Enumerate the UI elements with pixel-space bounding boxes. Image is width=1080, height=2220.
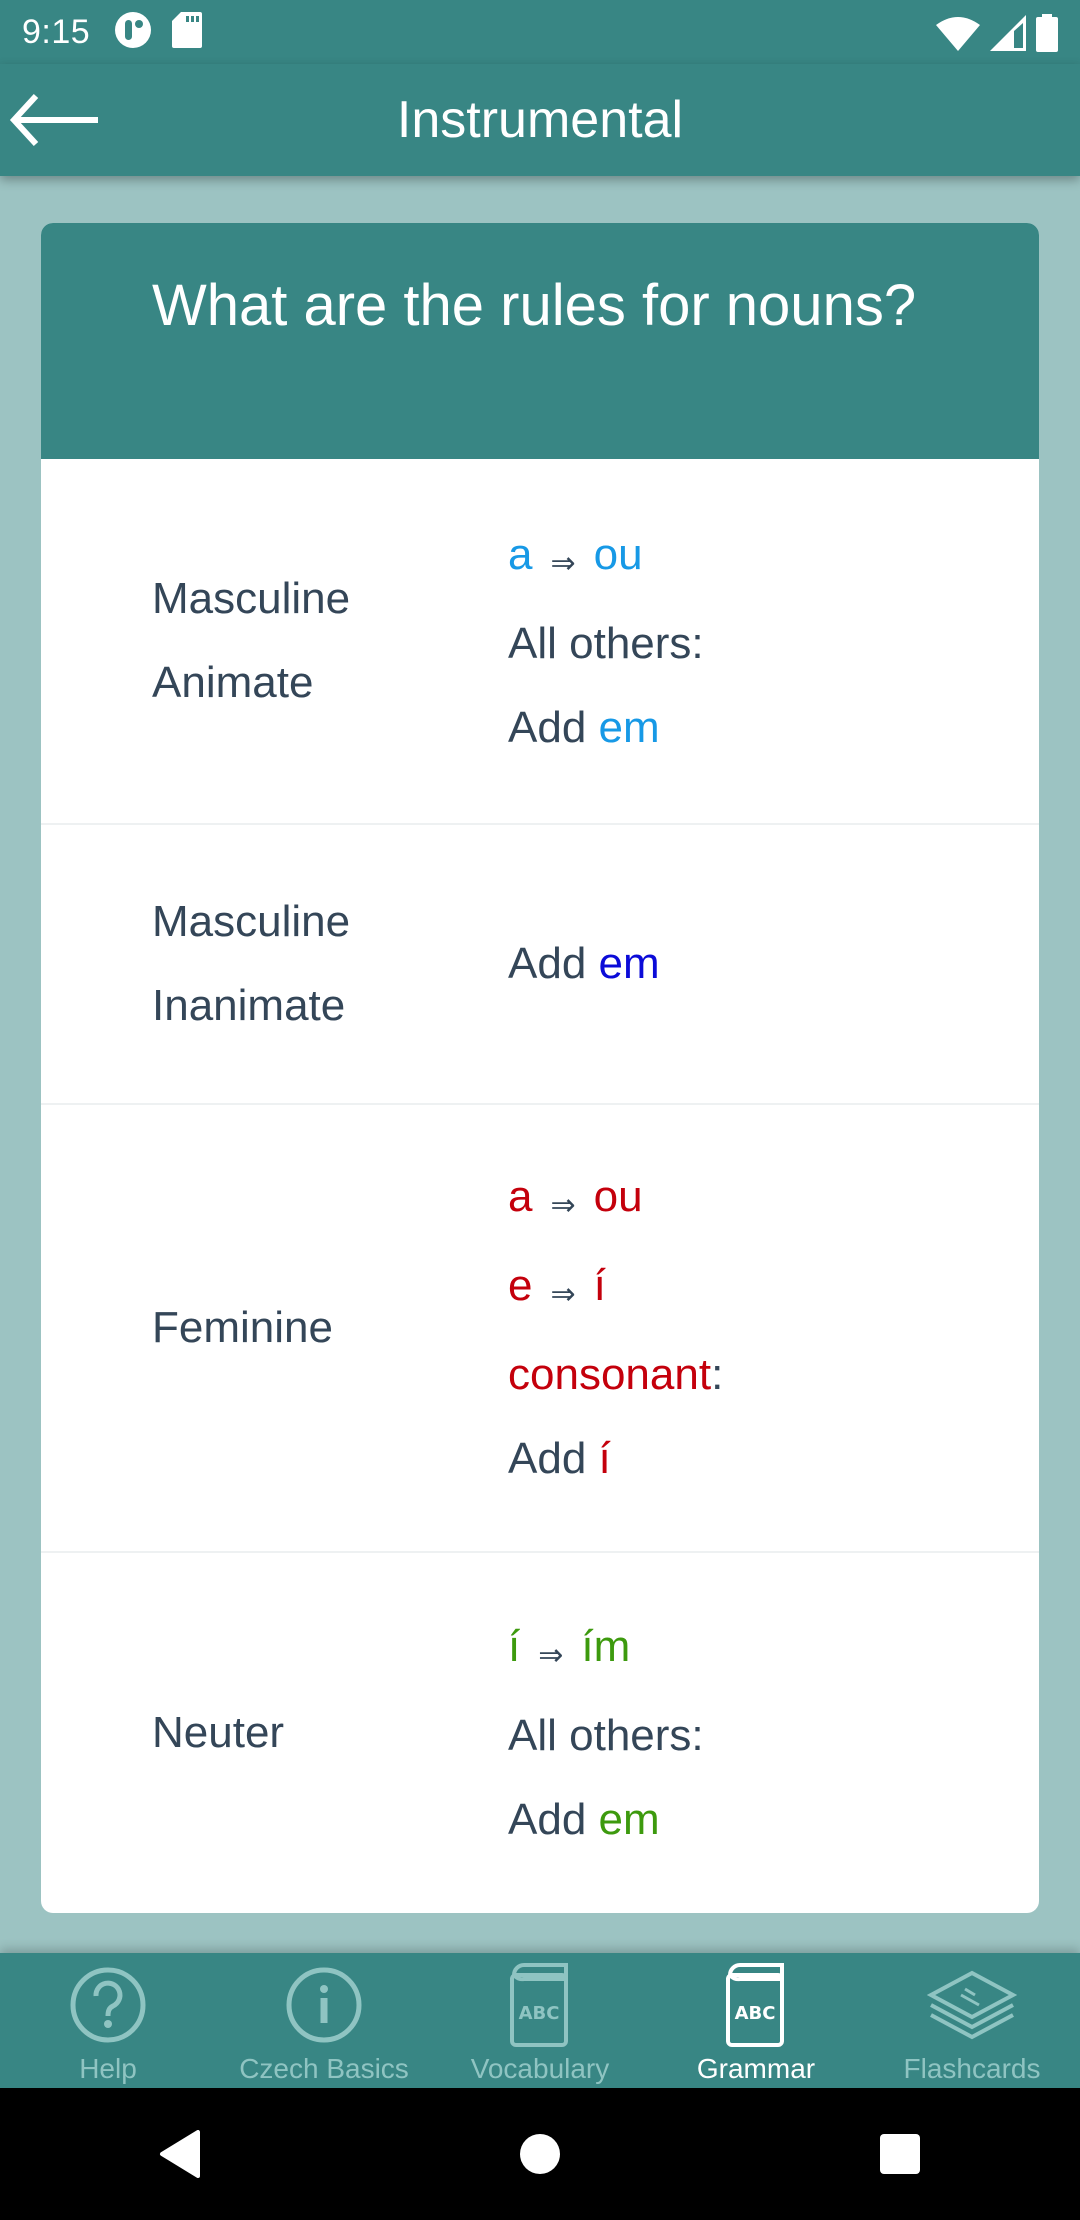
gender-label-line: Masculine bbox=[152, 574, 351, 623]
cell-signal-icon bbox=[990, 15, 1026, 56]
rule-prefix: Add bbox=[508, 1794, 599, 1844]
abc-book-icon: ABC bbox=[508, 1959, 572, 2051]
app-bar: Instrumental bbox=[0, 64, 1080, 176]
nav-item-vocabulary[interactable]: ABC Vocabulary bbox=[432, 1953, 648, 2088]
system-home-button[interactable] bbox=[480, 2104, 600, 2204]
arrow-icon: ⇒ bbox=[550, 1189, 576, 1222]
rule-row-neuter: Neuter í ⇒ ím All others: Add em bbox=[41, 1553, 1039, 1913]
arrow-icon: ⇒ bbox=[538, 1638, 564, 1672]
ending: em bbox=[598, 702, 660, 752]
gender-label: Feminine bbox=[41, 1105, 508, 1551]
rule-line: All others: bbox=[508, 1710, 704, 1760]
ending-to: í bbox=[593, 1261, 606, 1310]
rule-prefix: Add bbox=[508, 1434, 599, 1483]
rule-prefix: Add bbox=[508, 702, 599, 752]
ending: í bbox=[598, 1434, 611, 1483]
rule-line: consonant: bbox=[508, 1333, 1039, 1417]
abc-book-icon: ABC bbox=[724, 1959, 788, 2051]
rule-line: Add em bbox=[508, 922, 1039, 1006]
gender-label-line: Neuter bbox=[152, 1708, 285, 1757]
system-navigation-bar bbox=[0, 2088, 1080, 2220]
gender-label-line: Animate bbox=[152, 658, 314, 707]
rules: í ⇒ ím All others: Add em bbox=[508, 1553, 1039, 1913]
nav-label: Czech Basics bbox=[239, 2053, 409, 2084]
consonant-label: consonant bbox=[508, 1350, 712, 1399]
card-header: What are the rules for nouns? bbox=[41, 223, 1039, 459]
svg-text:ABC: ABC bbox=[735, 2003, 776, 2024]
svg-text:ABC: ABC bbox=[519, 2003, 560, 2024]
arrow-icon: ⇒ bbox=[550, 546, 576, 580]
ending-from: a bbox=[508, 529, 533, 579]
card-title: What are the rules for nouns? bbox=[152, 273, 917, 338]
wifi-icon bbox=[936, 15, 980, 56]
nav-item-help[interactable]: Help bbox=[0, 1953, 216, 2088]
status-time: 9:15 bbox=[22, 12, 91, 51]
nav-label: Vocabulary bbox=[470, 2053, 610, 2084]
rule-line: Add í bbox=[508, 1417, 1039, 1501]
status-bar: 9:15 bbox=[0, 0, 1080, 64]
rule-line: All others: bbox=[508, 618, 704, 668]
gender-label-line: Feminine bbox=[152, 1303, 333, 1352]
page-title: Instrumental bbox=[396, 91, 684, 149]
ending-from: e bbox=[508, 1261, 533, 1310]
ending-to: ou bbox=[593, 529, 643, 579]
gender-label-line: Masculine bbox=[152, 897, 351, 946]
circle-notification-icon bbox=[114, 11, 152, 54]
rules: a ⇒ ou All others: Add em bbox=[508, 459, 1039, 823]
rules: a ⇒ ou e ⇒ í consonant: Add í bbox=[508, 1105, 1039, 1551]
ending-to: ou bbox=[593, 1172, 643, 1221]
grammar-card: What are the rules for nouns? Masculine … bbox=[41, 223, 1039, 1913]
rule-line: e ⇒ í bbox=[508, 1244, 1039, 1333]
rules: Add em bbox=[508, 825, 1039, 1103]
sd-card-icon bbox=[172, 11, 203, 53]
nav-item-flashcards[interactable]: Flashcards bbox=[864, 1953, 1080, 2088]
system-back-button[interactable] bbox=[120, 2104, 240, 2204]
recents-square-icon bbox=[880, 2134, 920, 2174]
bottom-navigation: Help Czech Basics ABC Vocabulary ABC Gra… bbox=[0, 1953, 1080, 2088]
nav-label: Flashcards bbox=[903, 2053, 1041, 2084]
rule-row-feminine: Feminine a ⇒ ou e ⇒ í consonant: Add í bbox=[41, 1105, 1039, 1553]
arrow-icon: ⇒ bbox=[550, 1278, 576, 1311]
nav-item-grammar[interactable]: ABC Grammar bbox=[648, 1953, 864, 2088]
rule-row-masculine-animate: Masculine Animate a ⇒ ou All others: Add e… bbox=[41, 459, 1039, 825]
gender-label-line: Inanimate bbox=[152, 981, 346, 1030]
back-triangle-icon bbox=[160, 2130, 200, 2178]
ending-to: ím bbox=[581, 1621, 631, 1671]
rule-line: a ⇒ ou bbox=[508, 513, 1039, 602]
nav-label: Grammar bbox=[696, 2053, 816, 2084]
rule-line: í ⇒ ím bbox=[508, 1605, 1039, 1694]
nav-label: Help bbox=[79, 2053, 137, 2084]
gender-label: Masculine Inanimate bbox=[41, 825, 508, 1103]
ending-from: í bbox=[508, 1621, 521, 1671]
colon: : bbox=[711, 1350, 724, 1399]
battery-icon bbox=[1036, 14, 1058, 57]
stacked-cards-icon bbox=[927, 1959, 1017, 2051]
rule-row-masculine-inanimate: Masculine Inanimate Add em bbox=[41, 825, 1039, 1105]
gender-label: Neuter bbox=[41, 1553, 508, 1913]
ending-from: a bbox=[508, 1172, 533, 1221]
help-circle-icon bbox=[68, 1959, 148, 2051]
gender-label: Masculine Animate bbox=[41, 459, 508, 823]
rule-prefix: Add bbox=[508, 939, 599, 988]
rule-line: Add em bbox=[508, 1778, 1039, 1862]
system-recents-button[interactable] bbox=[840, 2104, 960, 2204]
ending: em bbox=[598, 1794, 660, 1844]
rule-line: a ⇒ ou bbox=[508, 1155, 1039, 1244]
rule-line: Add em bbox=[508, 686, 1039, 770]
ending: em bbox=[598, 939, 660, 988]
home-circle-icon bbox=[520, 2134, 560, 2174]
nav-item-czech-basics[interactable]: Czech Basics bbox=[216, 1953, 432, 2088]
info-circle-icon bbox=[284, 1959, 364, 2051]
